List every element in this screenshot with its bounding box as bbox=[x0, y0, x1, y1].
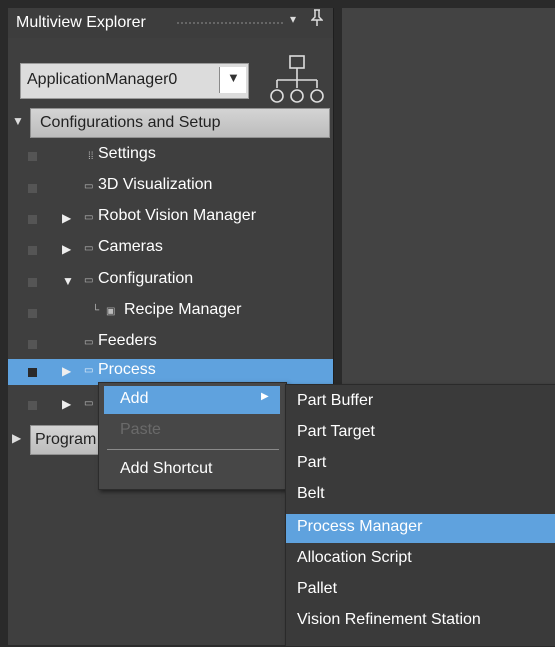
tree-row-marker bbox=[28, 184, 37, 193]
menu-separator bbox=[107, 449, 279, 450]
context-menu: Add ▶ Paste Add Shortcut bbox=[98, 382, 287, 490]
tree-section-configurations[interactable]: Configurations and Setup bbox=[30, 108, 330, 138]
tree-item-cameras[interactable]: Cameras bbox=[98, 238, 163, 256]
collapse-arrow-icon[interactable]: ▼ bbox=[12, 114, 24, 128]
folder-icon: ▭ bbox=[84, 365, 94, 376]
tree-connector-icon: └ bbox=[92, 305, 100, 316]
hierarchy-view-icon[interactable] bbox=[265, 54, 327, 108]
recipe-icon: ▣ bbox=[106, 306, 116, 317]
tree-item-robot-vision-manager[interactable]: Robot Vision Manager bbox=[98, 207, 256, 225]
application-manager-select[interactable]: ApplicationManager0 ▼ bbox=[20, 63, 249, 99]
folder-icon: ▭ bbox=[84, 181, 94, 192]
tree-item-recipe-manager[interactable]: Recipe Manager bbox=[124, 301, 241, 319]
submenu-item-process-manager[interactable]: Process Manager bbox=[297, 518, 422, 536]
tree-row-marker bbox=[28, 278, 37, 287]
pin-icon[interactable] bbox=[310, 9, 324, 31]
folder-icon: ▭ bbox=[84, 212, 94, 223]
submenu-item-allocation-script[interactable]: Allocation Script bbox=[297, 549, 412, 567]
tree-row-marker bbox=[28, 368, 37, 377]
folder-icon: ▭ bbox=[84, 398, 94, 409]
section-label: Configurations and Setup bbox=[40, 114, 221, 131]
titlebar-grip[interactable] bbox=[176, 21, 284, 26]
section-label: Program bbox=[35, 431, 97, 448]
panel-titlebar: Multiview Explorer ▾ bbox=[8, 8, 333, 38]
tree-item-settings[interactable]: Settings bbox=[98, 145, 156, 163]
submenu-item-vision-refinement-station[interactable]: Vision Refinement Station bbox=[297, 611, 481, 629]
add-submenu: Part Buffer Part Target Part Belt Proces… bbox=[285, 384, 555, 647]
menu-item-add[interactable]: Add bbox=[120, 390, 148, 408]
panel-menu-dropdown-icon[interactable]: ▾ bbox=[290, 12, 296, 26]
expand-arrow-icon[interactable]: ▶ bbox=[12, 431, 21, 445]
menu-item-paste[interactable]: Paste bbox=[120, 421, 161, 439]
folder-icon: ▭ bbox=[84, 243, 94, 254]
folder-icon: ▭ bbox=[84, 337, 94, 348]
folder-icon: ▭ bbox=[84, 275, 94, 286]
submenu-item-belt[interactable]: Belt bbox=[297, 485, 325, 503]
combo-dropdown-button[interactable]: ▼ bbox=[219, 67, 246, 93]
tree-row-marker bbox=[28, 152, 37, 161]
tree-row-marker bbox=[28, 401, 37, 410]
tree-row-marker bbox=[28, 340, 37, 349]
tree-row-marker bbox=[28, 309, 37, 318]
menu-item-add-shortcut[interactable]: Add Shortcut bbox=[120, 460, 213, 478]
expand-arrow-icon[interactable]: ▶ bbox=[62, 364, 71, 378]
tree-row-marker bbox=[28, 215, 37, 224]
expand-arrow-icon[interactable]: ▶ bbox=[62, 211, 71, 225]
collapse-arrow-icon[interactable]: ▼ bbox=[62, 274, 74, 288]
submenu-item-part[interactable]: Part bbox=[297, 454, 326, 472]
submenu-item-pallet[interactable]: Pallet bbox=[297, 580, 337, 598]
tree-item-3d-visualization[interactable]: 3D Visualization bbox=[98, 176, 212, 194]
submenu-item-part-target[interactable]: Part Target bbox=[297, 423, 375, 441]
chevron-down-icon: ▼ bbox=[227, 70, 240, 85]
tree-item-process[interactable]: Process bbox=[98, 361, 156, 379]
panel-title: Multiview Explorer bbox=[16, 14, 146, 31]
expand-arrow-icon[interactable]: ▶ bbox=[62, 397, 71, 411]
tree-item-configuration[interactable]: Configuration bbox=[98, 270, 193, 288]
tree-item-feeders[interactable]: Feeders bbox=[98, 332, 157, 350]
tree-row-marker bbox=[28, 246, 37, 255]
submenu-item-part-buffer[interactable]: Part Buffer bbox=[297, 392, 373, 410]
submenu-arrow-icon: ▶ bbox=[261, 391, 269, 402]
settings-icon: ⁞⁞ bbox=[88, 151, 94, 162]
application-manager-value: ApplicationManager0 bbox=[27, 71, 178, 88]
expand-arrow-icon[interactable]: ▶ bbox=[62, 242, 71, 256]
